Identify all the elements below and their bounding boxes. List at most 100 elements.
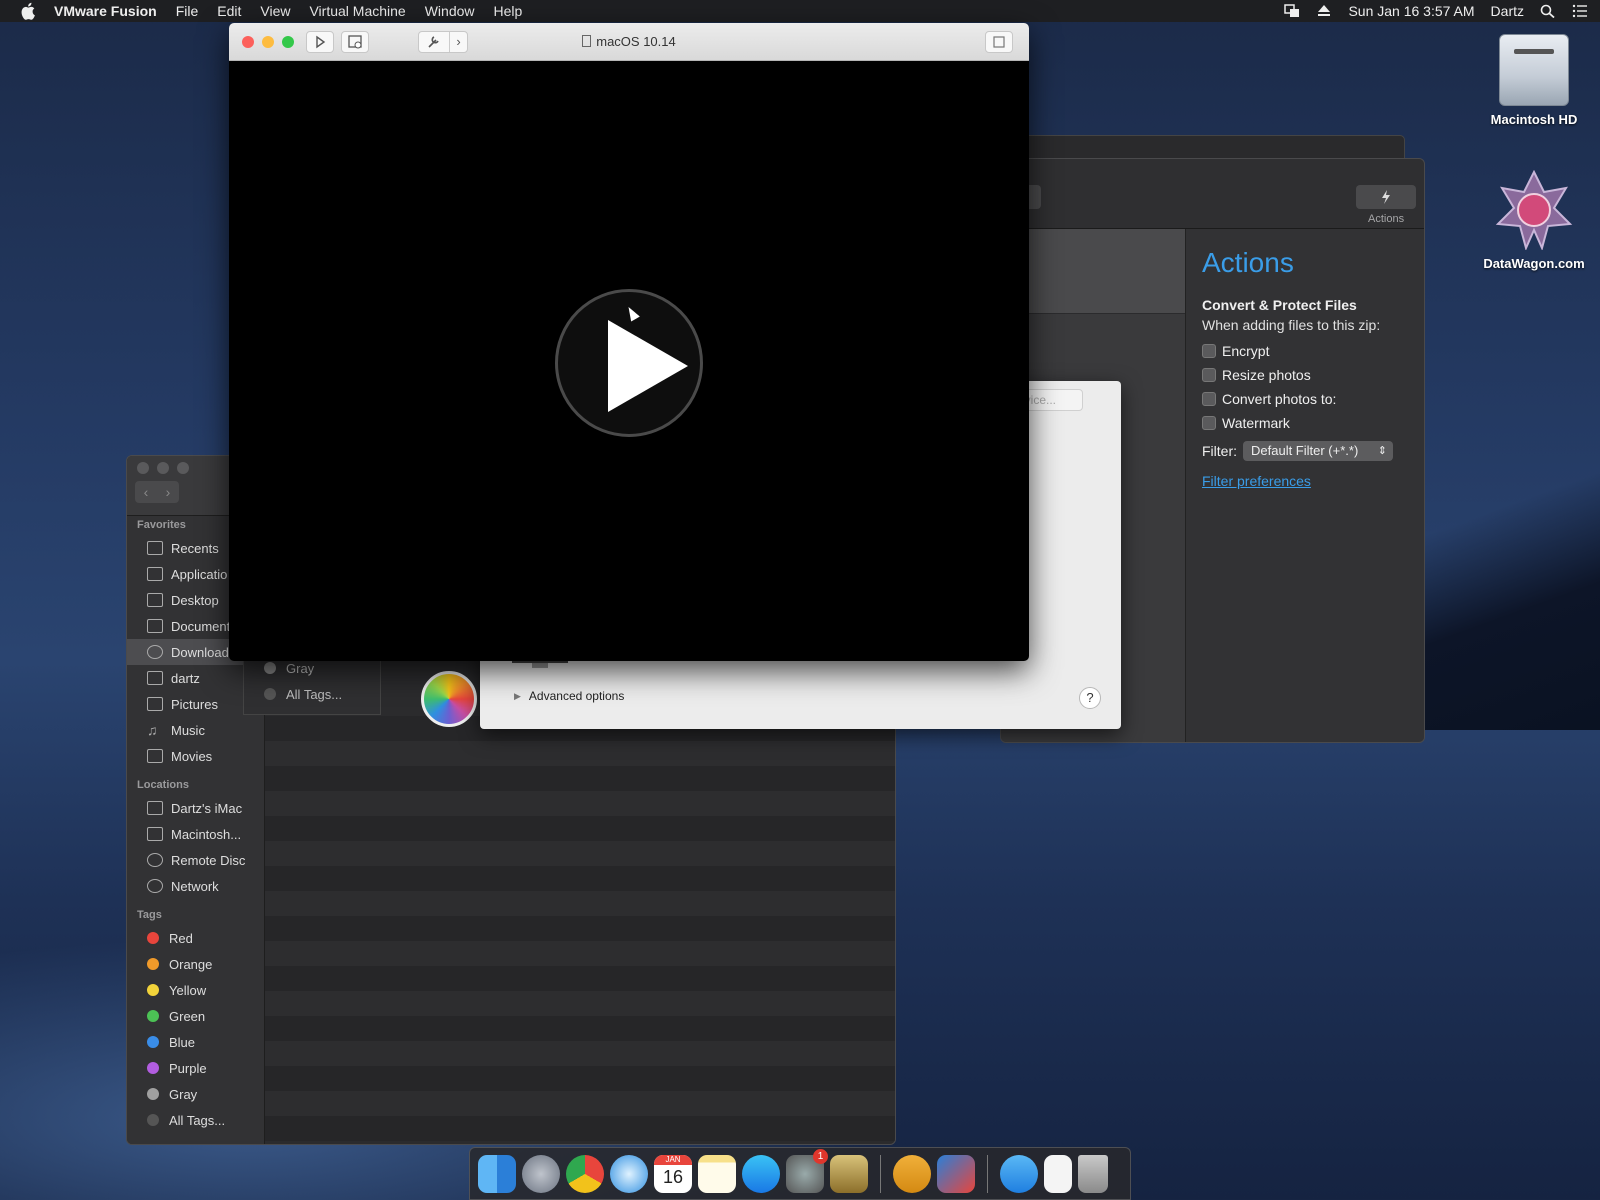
- sidebar-item-label: Dartz's iMac: [171, 800, 243, 816]
- sidebar-item-label: Pictures: [171, 696, 218, 712]
- tag-color-dot: [147, 932, 159, 944]
- menu-window[interactable]: Window: [425, 3, 475, 19]
- sidebar-item-remote-disc[interactable]: Remote Disc: [127, 847, 264, 873]
- dock-trash[interactable]: [1078, 1154, 1108, 1193]
- sidebar-item-label: Music: [171, 722, 205, 738]
- menu-view[interactable]: View: [260, 3, 290, 19]
- sidebar-tag-gray[interactable]: Gray: [127, 1081, 264, 1107]
- sidebar-item-label: Macintosh...: [171, 826, 242, 842]
- menu-bar-status: Sun Jan 16 3:57 AM Dartz: [1284, 0, 1588, 22]
- notification-center-icon[interactable]: [1572, 4, 1588, 18]
- actions-heading: Convert & Protect Files: [1202, 297, 1357, 313]
- sidebar-item-label: Blue: [169, 1034, 196, 1050]
- dock-calendar[interactable]: JAN 16: [654, 1154, 692, 1193]
- sidebar-item-imac[interactable]: Dartz's iMac: [127, 795, 264, 821]
- eject-icon[interactable]: [1316, 4, 1332, 18]
- table-row: [265, 816, 895, 841]
- dock-system-preferences[interactable]: 1: [786, 1148, 828, 1193]
- finder-nav-buttons: ‹ ›: [135, 481, 179, 503]
- dock-notes[interactable]: [698, 1154, 736, 1193]
- dock-separator: [880, 1154, 881, 1193]
- sidebar-item-label: Yellow: [169, 982, 207, 998]
- table-row: [265, 791, 895, 816]
- sidebar-item-network[interactable]: Network: [127, 873, 264, 899]
- desktop-icon-macintosh-hd[interactable]: Macintosh HD: [1464, 34, 1600, 127]
- dock-finder[interactable]: [478, 1154, 516, 1193]
- advanced-options-disclosure[interactable]: ▶ Advanced options: [514, 689, 624, 703]
- tag-item-label: All Tags...: [286, 686, 343, 702]
- sidebar-tag-yellow[interactable]: Yellow: [127, 977, 264, 1003]
- vmware-status-icon[interactable]: [1284, 4, 1300, 18]
- sidebar-item-label: Red: [169, 930, 193, 946]
- filter-preferences-link[interactable]: Filter preferences: [1202, 473, 1311, 489]
- back-button[interactable]: ‹: [135, 481, 157, 503]
- dock-archive-utility[interactable]: [830, 1154, 868, 1193]
- dock-downloads-folder[interactable]: [1000, 1154, 1038, 1193]
- filter-select[interactable]: Default Filter (+*.*): [1243, 441, 1393, 461]
- menu-edit[interactable]: Edit: [217, 3, 241, 19]
- sidebar-item-label: Movies: [171, 748, 213, 764]
- advanced-options-label: Advanced options: [528, 689, 625, 703]
- dock-chrome[interactable]: [566, 1154, 604, 1193]
- sidebar-tag-all[interactable]: All Tags...: [127, 1107, 264, 1133]
- checkbox-label: Resize photos: [1222, 367, 1311, 383]
- sidebar-tag-red[interactable]: Red: [127, 925, 264, 951]
- filter-row: Filter: Default Filter (+*.*): [1202, 441, 1409, 461]
- sidebar-item-label: Download: [171, 644, 229, 660]
- vm-window: › macOS 10.14: [229, 23, 1029, 661]
- sidebar-item-macintosh-hd[interactable]: Macintosh...: [127, 821, 264, 847]
- sidebar-tag-blue[interactable]: Blue: [127, 1029, 264, 1055]
- hard-drive-icon: [147, 827, 163, 841]
- sidebar-tag-green[interactable]: Green: [127, 1003, 264, 1029]
- tag-color-dot: [147, 958, 159, 970]
- documents-icon: [147, 619, 163, 633]
- sidebar-item-movies[interactable]: Movies: [127, 743, 264, 769]
- table-row: [265, 1091, 895, 1116]
- finder-file-list[interactable]: [265, 716, 895, 1144]
- zoom-button[interactable]: [177, 462, 189, 474]
- menu-user[interactable]: Dartz: [1491, 3, 1524, 19]
- filter-label: Filter:: [1202, 443, 1237, 459]
- dock-launchpad[interactable]: [522, 1154, 560, 1193]
- vm-fullscreen-button[interactable]: [985, 31, 1013, 53]
- minimize-button[interactable]: [157, 462, 169, 474]
- table-row: [265, 891, 895, 916]
- dock-app-store[interactable]: [742, 1154, 780, 1193]
- menu-virtual-machine[interactable]: Virtual Machine: [309, 3, 405, 19]
- dock-vmware-fusion[interactable]: [937, 1154, 975, 1193]
- watermark-checkbox[interactable]: Watermark: [1202, 411, 1409, 435]
- help-button[interactable]: ?: [1079, 687, 1101, 709]
- vm-titlebar: › macOS 10.14: [229, 23, 1029, 61]
- calendar-month: JAN: [654, 1154, 692, 1165]
- menu-clock[interactable]: Sun Jan 16 3:57 AM: [1348, 3, 1474, 19]
- spotlight-search-icon[interactable]: [1540, 4, 1556, 18]
- dock-safari[interactable]: [610, 1154, 648, 1193]
- resize-photos-checkbox[interactable]: Resize photos: [1202, 363, 1409, 387]
- actions-toolbar-button[interactable]: [1356, 185, 1416, 209]
- menu-help[interactable]: Help: [494, 3, 523, 19]
- dock-airmail[interactable]: [893, 1154, 931, 1193]
- sidebar-item-music[interactable]: ♫ Music: [127, 717, 264, 743]
- globe-icon: [147, 879, 163, 893]
- desktop-icon-label: Macintosh HD: [1490, 112, 1578, 127]
- tag-color-dot: [147, 984, 159, 996]
- tag-item-all[interactable]: All Tags...: [244, 681, 380, 707]
- actions-toolbar-label: Actions: [1368, 213, 1405, 225]
- forward-button[interactable]: ›: [157, 481, 179, 503]
- encrypt-checkbox[interactable]: Encrypt: [1202, 339, 1409, 363]
- apple-menu-icon[interactable]: [20, 2, 38, 20]
- checkbox-label: Watermark: [1222, 415, 1290, 431]
- menu-file[interactable]: File: [176, 3, 199, 19]
- dock-document[interactable]: [1044, 1154, 1072, 1193]
- convert-photos-checkbox[interactable]: Convert photos to:: [1202, 387, 1409, 411]
- checkbox-box: [1202, 368, 1216, 382]
- close-button[interactable]: [137, 462, 149, 474]
- tag-color-dot: [147, 1088, 159, 1100]
- sidebar-tag-orange[interactable]: Orange: [127, 951, 264, 977]
- table-row: [265, 841, 895, 866]
- table-row: [265, 766, 895, 791]
- sidebar-tag-purple[interactable]: Purple: [127, 1055, 264, 1081]
- desktop-icon-datawagon[interactable]: DataWagon.com: [1464, 170, 1600, 271]
- menu-app-name[interactable]: VMware Fusion: [54, 3, 157, 19]
- film-icon: [147, 749, 163, 763]
